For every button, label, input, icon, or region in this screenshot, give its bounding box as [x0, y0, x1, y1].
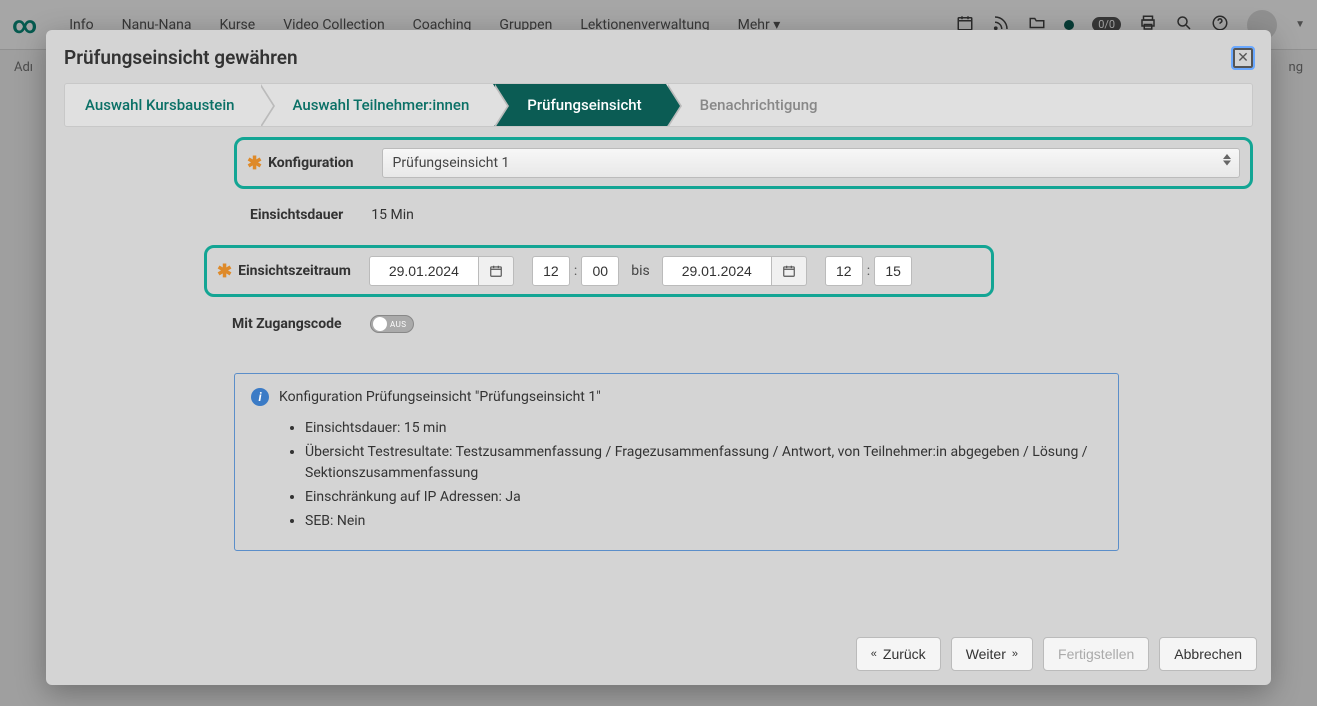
- wizard-step-kursbaustein[interactable]: Auswahl Kursbaustein: [65, 84, 259, 126]
- konfiguration-select[interactable]: Prüfungseinsicht 1: [382, 148, 1240, 178]
- konfiguration-row: ✱ Konfiguration Prüfungseinsicht 1: [234, 137, 1253, 189]
- wizard-steps: Auswahl Kursbaustein Auswahl Teilnehmer:…: [64, 83, 1253, 127]
- required-star-icon: ✱: [247, 153, 262, 174]
- modal-title: Prüfungseinsicht gewähren: [64, 46, 298, 69]
- next-button[interactable]: Weiter »: [951, 637, 1033, 671]
- finish-button: Fertigstellen: [1043, 637, 1149, 671]
- info-icon: i: [251, 388, 269, 406]
- einsichtsdauer-value: 15 Min: [371, 207, 414, 223]
- back-button[interactable]: « Zurück: [856, 637, 941, 671]
- zugangscode-toggle[interactable]: AUS: [370, 315, 414, 333]
- chevron-right-icon: »: [1012, 648, 1018, 660]
- date-to-input[interactable]: [662, 256, 772, 286]
- info-list: Einsichtsdauer: 15 min Übersicht Testres…: [305, 418, 1102, 532]
- modal-footer: « Zurück Weiter » Fertigstellen Abbreche…: [46, 627, 1271, 685]
- wizard-step-teilnehmer[interactable]: Auswahl Teilnehmer:innen: [259, 84, 494, 126]
- date-from-group: [369, 256, 514, 286]
- form-area: ✱ Konfiguration Prüfungseinsicht 1 Einsi…: [64, 137, 1253, 551]
- konfiguration-value: Prüfungseinsicht 1: [393, 155, 510, 171]
- date-from-calendar-button[interactable]: [479, 256, 514, 286]
- date-to-calendar-button[interactable]: [772, 256, 807, 286]
- modal-header: Prüfungseinsicht gewähren ✕: [46, 30, 1271, 83]
- chevron-left-icon: «: [871, 648, 877, 660]
- period-inputs: : bis :: [369, 256, 981, 286]
- calendar-icon: [489, 264, 503, 278]
- required-star-icon: ✱: [217, 261, 232, 282]
- toggle-knob: [373, 317, 387, 331]
- info-title: Konfiguration Prüfungseinsicht "Prüfungs…: [279, 389, 601, 405]
- bis-label: bis: [631, 263, 650, 279]
- calendar-icon: [782, 264, 796, 278]
- info-item-testresultate: Übersicht Testresultate: Testzusammenfas…: [305, 442, 1102, 485]
- date-to-group: [662, 256, 807, 286]
- einsichtszeitraum-label: ✱ Einsichtszeitraum: [217, 261, 351, 282]
- toggle-text: AUS: [390, 320, 407, 329]
- info-item-seb: SEB: Nein: [305, 511, 1102, 533]
- close-icon: ✕: [1237, 50, 1249, 66]
- time-to-hour-input[interactable]: [825, 256, 863, 286]
- einsichtsdauer-row: Einsichtsdauer 15 Min: [250, 207, 1253, 223]
- cancel-button[interactable]: Abbrechen: [1159, 637, 1257, 671]
- einsichtsdauer-label: Einsichtsdauer: [250, 207, 343, 223]
- zugangscode-label: Mit Zugangscode: [232, 316, 342, 332]
- grant-exam-insight-modal: Prüfungseinsicht gewähren ✕ Auswahl Kurs…: [46, 30, 1271, 685]
- close-button[interactable]: ✕: [1233, 48, 1253, 68]
- konfiguration-info-panel: i Konfiguration Prüfungseinsicht "Prüfun…: [234, 373, 1119, 551]
- zugangscode-row: Mit Zugangscode AUS: [232, 315, 1253, 333]
- wizard-step-pruefungseinsicht[interactable]: Prüfungseinsicht: [493, 84, 665, 126]
- wizard-step-benachrichtigung: Benachrichtigung: [666, 84, 842, 126]
- time-to-min-input[interactable]: [874, 256, 912, 286]
- date-from-input[interactable]: [369, 256, 479, 286]
- time-from-hour-input[interactable]: [532, 256, 570, 286]
- konfiguration-label: ✱ Konfiguration: [247, 153, 354, 174]
- info-header: i Konfiguration Prüfungseinsicht "Prüfun…: [251, 388, 1102, 406]
- time-separator: :: [574, 263, 577, 279]
- time-from-min-input[interactable]: [581, 256, 619, 286]
- einsichtszeitraum-row: ✱ Einsichtszeitraum : bis: [204, 245, 994, 297]
- modal-body: Auswahl Kursbaustein Auswahl Teilnehmer:…: [46, 83, 1271, 627]
- time-separator: :: [867, 263, 870, 279]
- info-item-dauer: Einsichtsdauer: 15 min: [305, 418, 1102, 440]
- info-item-ip: Einschränkung auf IP Adressen: Ja: [305, 487, 1102, 509]
